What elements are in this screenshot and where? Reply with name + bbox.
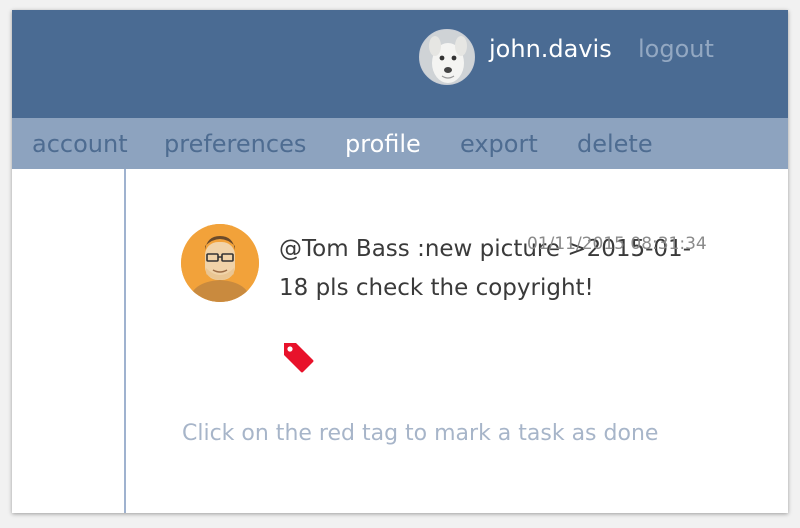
nav-bar: account preferences profile export delet… <box>12 118 788 169</box>
user-avatar-icon <box>181 224 259 302</box>
red-tag-icon[interactable] <box>280 339 316 375</box>
nav-item-preferences[interactable]: preferences <box>164 129 306 159</box>
message-timestamp: 01/11/2015 08:31:34 <box>527 234 707 254</box>
logout-link[interactable]: logout <box>638 34 714 64</box>
hint-text: Click on the red tag to mark a task as d… <box>182 421 659 446</box>
dog-avatar-icon[interactable] <box>419 29 475 85</box>
sidebar-divider <box>124 169 126 513</box>
nav-item-profile[interactable]: profile <box>345 129 421 159</box>
app-window: john.davis logout account preferences pr… <box>12 10 788 513</box>
username: john.davis <box>489 35 612 63</box>
nav-item-account[interactable]: account <box>32 129 128 159</box>
nav-item-delete[interactable]: delete <box>577 129 653 159</box>
nav-item-export[interactable]: export <box>460 129 538 159</box>
top-bar: john.davis logout <box>12 10 788 118</box>
